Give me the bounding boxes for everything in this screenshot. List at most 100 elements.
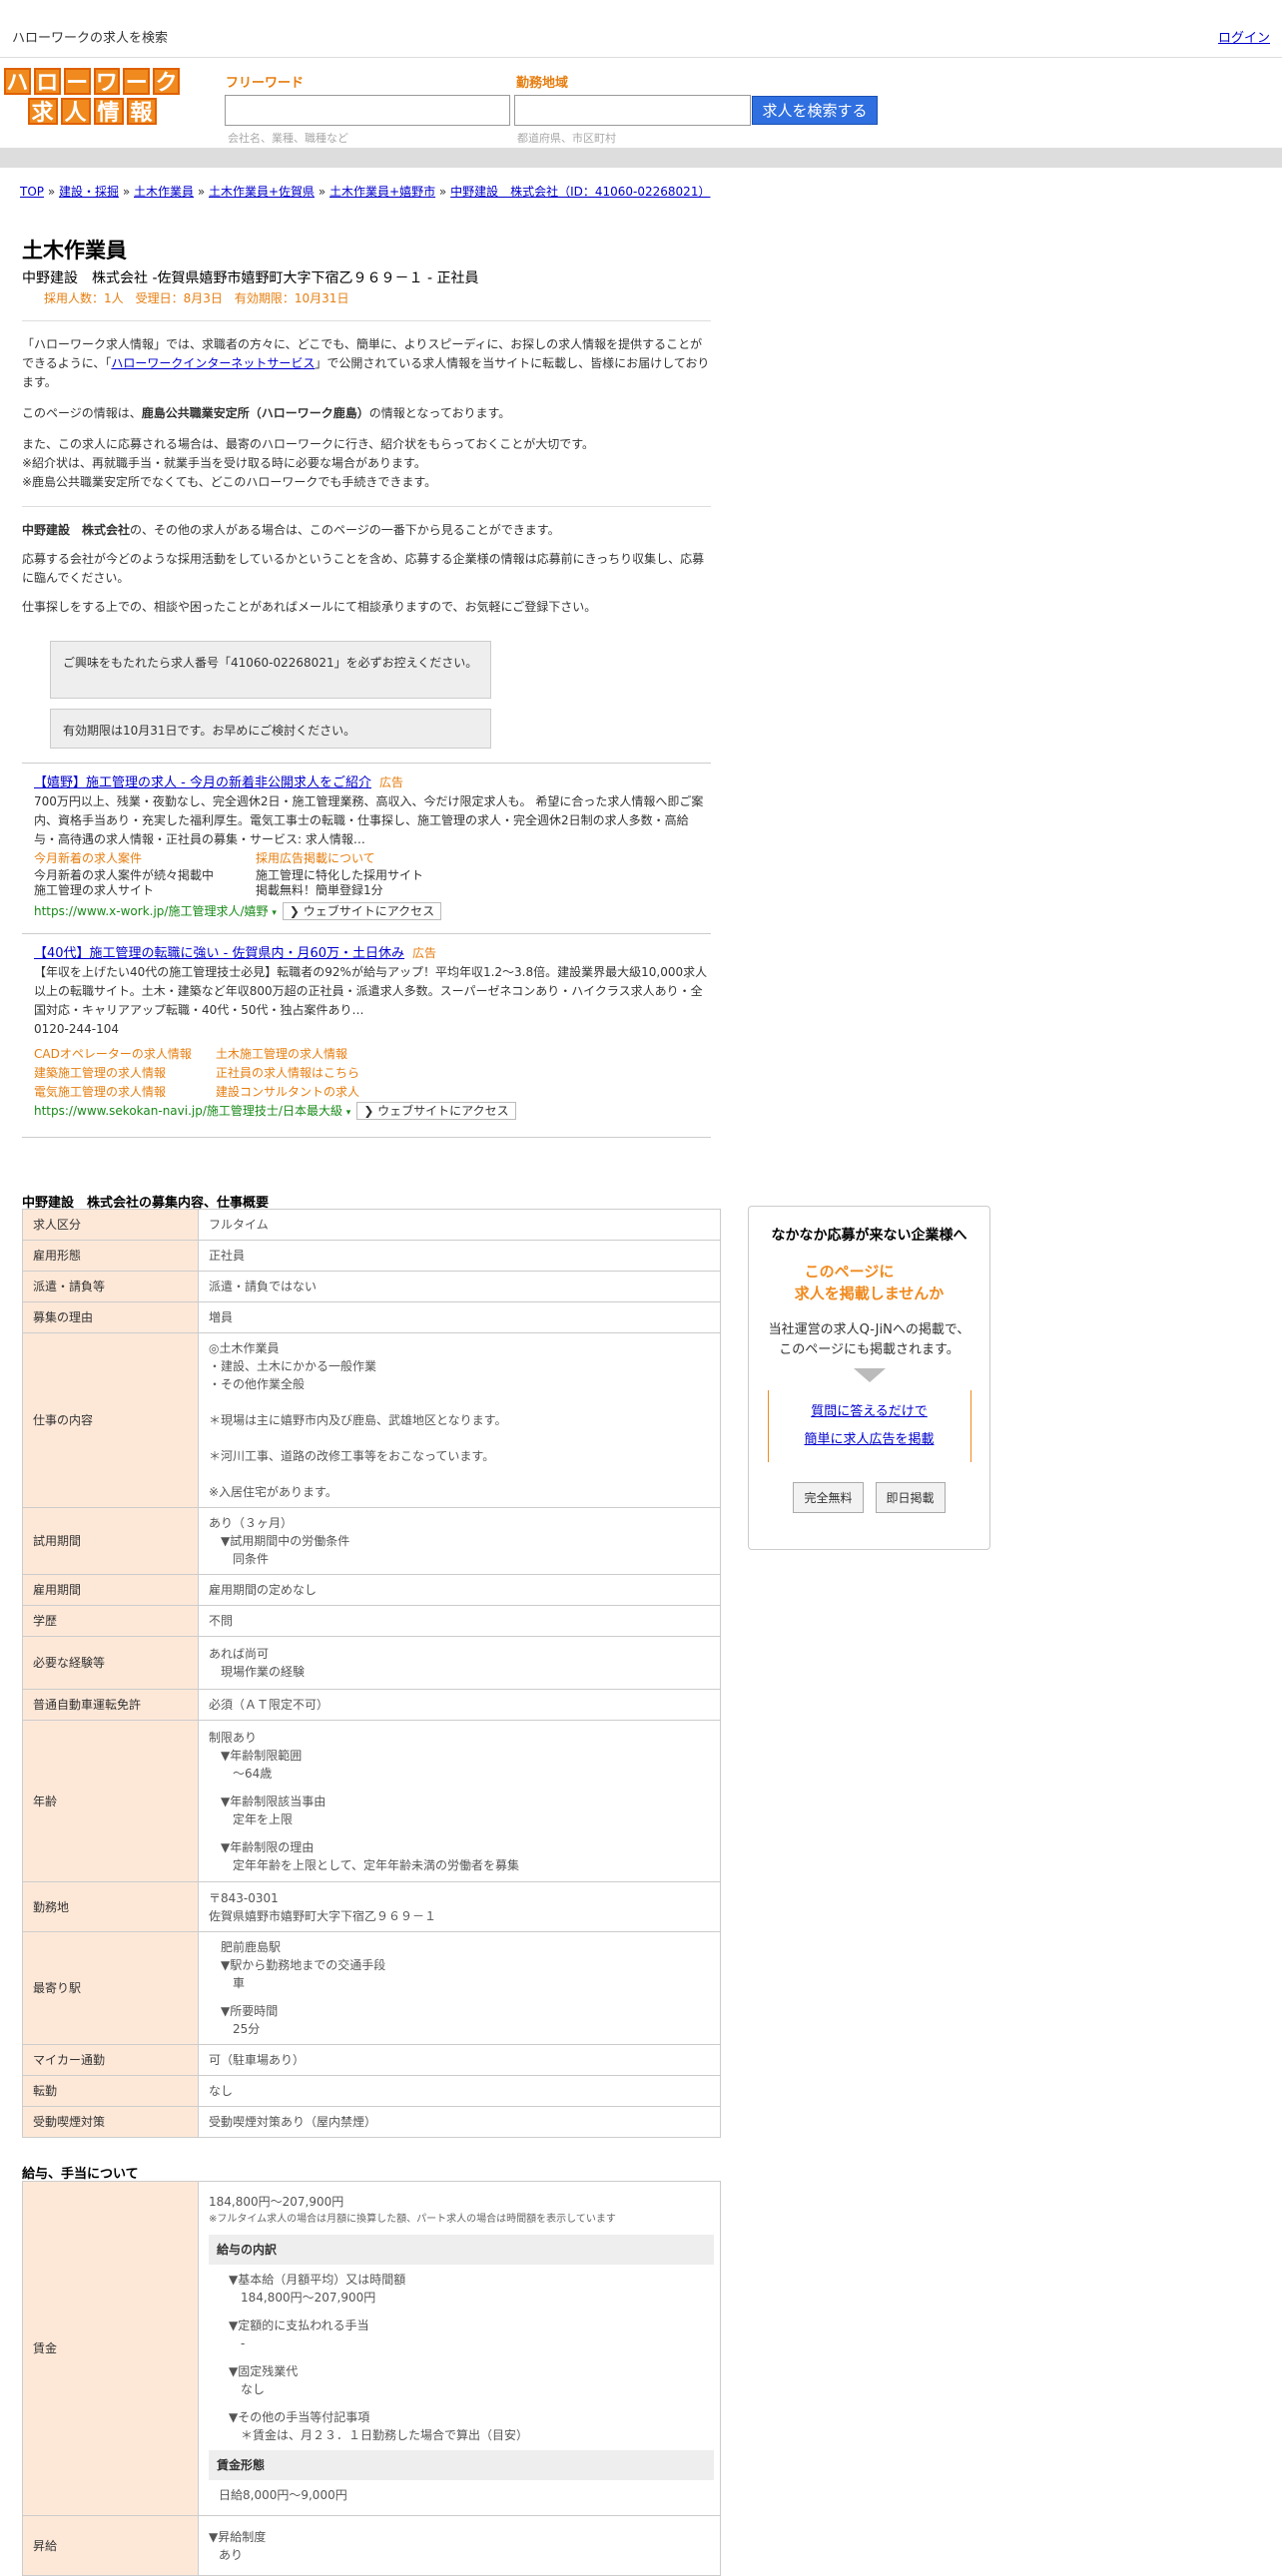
row-label: 昇給 <box>22 2515 199 2576</box>
value-line: ▼昇給制度 <box>209 2529 267 2544</box>
table-row: 年齢 制限あり ▼年齢制限範囲 〜64歳 ▼年齢制限該当事由 定年を上限 ▼年齢… <box>22 1720 721 1882</box>
row-label: 年齢 <box>22 1720 199 1882</box>
ad-title-link[interactable]: 【嬉野】施工管理の求人 - 今月の新着非公開求人をご紹介 <box>34 775 371 790</box>
area-hint: 都道府県、市区町村 <box>517 132 616 145</box>
logo-char: ハ <box>4 68 31 96</box>
login-link[interactable]: ログイン <box>1218 27 1270 46</box>
value-line: 〒843-0301 <box>209 1890 279 1905</box>
value-line: - <box>229 2336 246 2350</box>
divider <box>22 933 711 934</box>
value-line: なし <box>229 2382 266 2396</box>
table-row: 雇用形態 正社員 <box>22 1240 721 1272</box>
breadcrumb-link[interactable]: 土木作業員+佐賀県 <box>209 185 315 199</box>
company-name: 中野建設 株式会社 <box>22 523 131 537</box>
logo-char: ロ <box>33 68 61 96</box>
table-row: 普通自動車運転免許 必須（ＡＴ限定不可） <box>22 1689 721 1721</box>
freeword-input[interactable] <box>225 95 510 126</box>
logo-char: 人 <box>60 98 91 126</box>
breadcrumb-link[interactable]: TOP <box>20 185 44 199</box>
breadcrumb-link[interactable]: 土木作業員+嬉野市 <box>329 185 435 199</box>
area-label: 勤務地域 <box>516 76 569 91</box>
ad-phone[interactable]: 0120-244-104 <box>34 1020 709 1039</box>
ad-sitelink[interactable]: 今月新着の求人案件 今月新着の求人案件が続々掲載中 施工管理の求人サイト <box>34 849 246 898</box>
intro-text: 「ハローワーク求人情報」では、求職者の方々に、どこでも、簡単に、よりスピーディに… <box>22 335 711 392</box>
ad-link[interactable]: 正社員の求人情報はこちら <box>216 1066 359 1080</box>
ad-links: CADオペレーターの求人情報 土木施工管理の求人情報 建築施工管理の求人情報 正社員… <box>34 1045 709 1102</box>
value-line: 25分 <box>209 2022 261 2036</box>
ad-link[interactable]: 建築施工管理の求人情報 <box>34 1064 216 1083</box>
job-title: 土木作業員 <box>22 239 127 262</box>
row-value: 増員 <box>198 1301 721 1333</box>
notice-line: ※鹿島公共職業安定所でなくても、どこのハローワークでも手続きできます。 <box>22 475 437 489</box>
value-line: 同条件 <box>209 1552 270 1566</box>
ad-sitelinks: 今月新着の求人案件 今月新着の求人案件が続々掲載中 施工管理の求人サイト 採用広… <box>34 849 709 898</box>
row-value: 派遣・請負ではない <box>198 1271 721 1302</box>
hellowork-internet-link[interactable]: ハローワークインターネットサービス <box>111 356 315 370</box>
ad-url[interactable]: https://www.sekokan-navi.jp/施工管理技士/日本最大級 <box>34 1104 342 1118</box>
search-button[interactable]: 求人を検索する <box>752 96 878 125</box>
ad-sitelink[interactable]: 採用広告掲載について 施工管理に特化した採用サイト 掲載無料！簡単登録1分 <box>256 849 423 898</box>
ad-sitelink-desc: 施工管理に特化した採用サイト <box>256 868 424 882</box>
same-day-button[interactable]: 即日掲載 <box>875 1482 946 1513</box>
notice-line: ※紹介状は、再就職手当・就業手当を受け取る時に必要な場合があります。 <box>22 456 426 470</box>
ad-sitelink-title: 採用広告掲載について <box>256 851 375 865</box>
free-button[interactable]: 完全無料 <box>793 1482 864 1513</box>
form-heading: 賃金形態 <box>209 2450 714 2480</box>
down-arrow-icon <box>853 1368 886 1382</box>
table-row: マイカー通勤 可（駐車場あり） <box>22 2044 721 2076</box>
ad-link[interactable]: 建設コンサルタントの求人 <box>216 1085 359 1099</box>
table-row: 仕事の内容 ◎土木作業員 ・建設、土木にかかる一般作業 ・その他作業全般 ＊現場… <box>22 1332 721 1508</box>
ad-url[interactable]: https://www.x-work.jp/施工管理求人/嬉野 <box>34 904 269 918</box>
ad-link[interactable]: 土木施工管理の求人情報 <box>216 1047 347 1061</box>
breadcrumb-link[interactable]: 土木作業員 <box>134 185 194 199</box>
table-row: 最寄り駅 肥前鹿島駅 ▼駅から勤務地までの交通手段 車 ▼所要時間 25分 <box>22 1931 721 2045</box>
panel-text-line: このページにも掲載されます。 <box>779 1342 960 1357</box>
value-line: ▼年齢制限該当事由 <box>209 1794 326 1808</box>
value-line: ◎土木作業員 <box>209 1341 280 1355</box>
logo-row-2: 求 人 情 報 <box>4 98 180 126</box>
row-value: ▼昇給制度 あり <box>198 2515 721 2576</box>
job-subtitle: 中野建設 株式会社 -佐賀県嬉野市嬉野町大字下宿乙９６９－１ - 正社員 <box>22 270 479 286</box>
source-text: このページの情報は、鹿島公共職業安定所（ハローワーク鹿島）の情報となっております… <box>22 404 711 423</box>
ad-sitelink-title: 今月新着の求人案件 <box>34 851 143 865</box>
value-line: ▼年齢制限の理由 <box>209 1839 315 1854</box>
logo[interactable]: ハ ロ ー ワ ー ク 求 人 情 報 <box>4 68 180 126</box>
ad-title-link[interactable]: 【40代】施工管理の転職に強い - 佐賀県内・月60万・土日休み <box>34 946 404 961</box>
row-value: ◎土木作業員 ・建設、土木にかかる一般作業 ・その他作業全般 ＊現場は主に嬉野市… <box>198 1332 721 1508</box>
visit-website-button[interactable]: ❯ ウェブサイトにアクセス <box>282 902 442 920</box>
panel-link[interactable]: 質問に答えるだけで <box>769 1398 970 1426</box>
freeword-hint: 会社名、業種、職種など <box>228 132 348 145</box>
panel-link[interactable]: 簡単に求人広告を掲載 <box>769 1426 970 1454</box>
panel-links: 質問に答えるだけで 簡単に求人広告を掲載 <box>767 1390 971 1462</box>
breakdown-heading: 給与の内訳 <box>209 2235 714 2265</box>
value-line: ▼定額的に支払われる手当 <box>229 2318 369 2332</box>
logo-char: 報 <box>126 98 157 126</box>
row-label: 雇用形態 <box>22 1240 199 1272</box>
table-row: 求人区分 フルタイム <box>22 1209 721 1241</box>
breadcrumb-link[interactable]: 中野建設 株式会社（ID：41060-02268021） <box>450 185 710 199</box>
ad-link[interactable]: CADオペレーターの求人情報 <box>34 1045 216 1064</box>
row-label: 普通自動車運転免許 <box>22 1689 199 1721</box>
table-row: 受動喫煙対策 受動喫煙対策あり（屋内禁煙） <box>22 2106 721 2138</box>
row-label: 必要な経験等 <box>22 1636 199 1690</box>
row-value: なし <box>198 2075 721 2107</box>
visit-website-button[interactable]: ❯ ウェブサイトにアクセス <box>356 1102 516 1120</box>
row-value: 雇用期間の定めなし <box>198 1574 721 1606</box>
breadcrumb-link[interactable]: 建設・採掘 <box>59 185 119 199</box>
source-text-part: の情報となっております。 <box>368 406 511 420</box>
logo-char: 求 <box>27 98 58 126</box>
row-label: 賃金 <box>22 2181 199 2516</box>
ad-block: 【40代】施工管理の転職に強い - 佐賀県内・月60万・土日休み 広告 【年収を上… <box>34 944 709 1123</box>
divider <box>22 763 711 764</box>
area-input[interactable] <box>514 95 751 126</box>
row-value: フルタイム <box>198 1209 721 1241</box>
other-jobs-part: の、その他の求人がある場合は、このページの一番下から見ることができます。 <box>130 523 560 537</box>
row-value: 正社員 <box>198 1240 721 1272</box>
row-value: 184,800円〜207,900円 ※フルタイム求人の場合は月額に換算した額、パ… <box>198 2181 721 2516</box>
ad-link[interactable]: 電気施工管理の求人情報 <box>34 1083 216 1102</box>
panel-catch: このページに 求人を掲載しませんか <box>749 1261 989 1304</box>
value-line: 〜64歳 <box>209 1766 273 1781</box>
notice-text: また、この求人に応募される場合は、最寄のハローワークに行き、紹介状をもらっておく… <box>22 435 711 492</box>
